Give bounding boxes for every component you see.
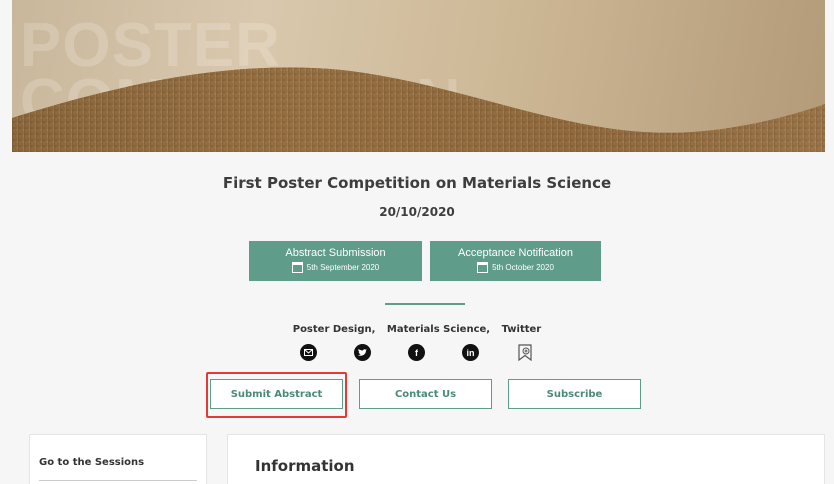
deadline-title: Abstract Submission [285,247,386,259]
information-panel: Information [227,434,825,484]
deadline-date: 5th September 2020 [291,262,380,273]
contact-us-button[interactable]: Contact Us [359,379,492,409]
keyword-list: Poster Design, Materials Science, Twitte… [0,324,834,335]
information-heading: Information [255,457,355,475]
bookmark-icon[interactable] [516,344,533,361]
deadline-acceptance-notification: Acceptance Notification 5th October 2020 [430,241,601,281]
deadline-date-text: 5th September 2020 [306,263,380,272]
linkedin-icon[interactable]: in [462,344,479,361]
calendar-icon [477,262,489,273]
keyword-link[interactable]: Twitter [502,324,542,335]
calendar-icon [291,262,303,273]
section-divider [385,303,465,305]
deadline-title: Acceptance Notification [458,247,573,259]
deadline-abstract-submission: Abstract Submission 5th September 2020 [249,241,422,281]
sidebar-divider [39,480,197,481]
header-banner: POSTER COMPETITION [12,0,825,152]
share-icons: f in [300,344,533,361]
subscribe-button[interactable]: Subscribe [508,379,641,409]
twitter-icon[interactable] [354,344,371,361]
deadline-date: 5th October 2020 [477,262,554,273]
submit-abstract-button[interactable]: Submit Abstract [210,379,343,409]
email-icon[interactable] [300,344,317,361]
event-title: First Poster Competition on Materials Sc… [222,174,612,192]
banner-artwork [12,67,825,152]
deadline-date-text: 5th October 2020 [492,263,554,272]
sessions-sidebar: Go to the Sessions [29,434,207,484]
keyword-link[interactable]: Materials Science, [387,324,490,335]
keyword-link[interactable]: Poster Design, [293,324,376,335]
sessions-title[interactable]: Go to the Sessions [39,457,144,468]
event-date: 20/10/2020 [379,205,455,219]
facebook-icon[interactable]: f [408,344,425,361]
